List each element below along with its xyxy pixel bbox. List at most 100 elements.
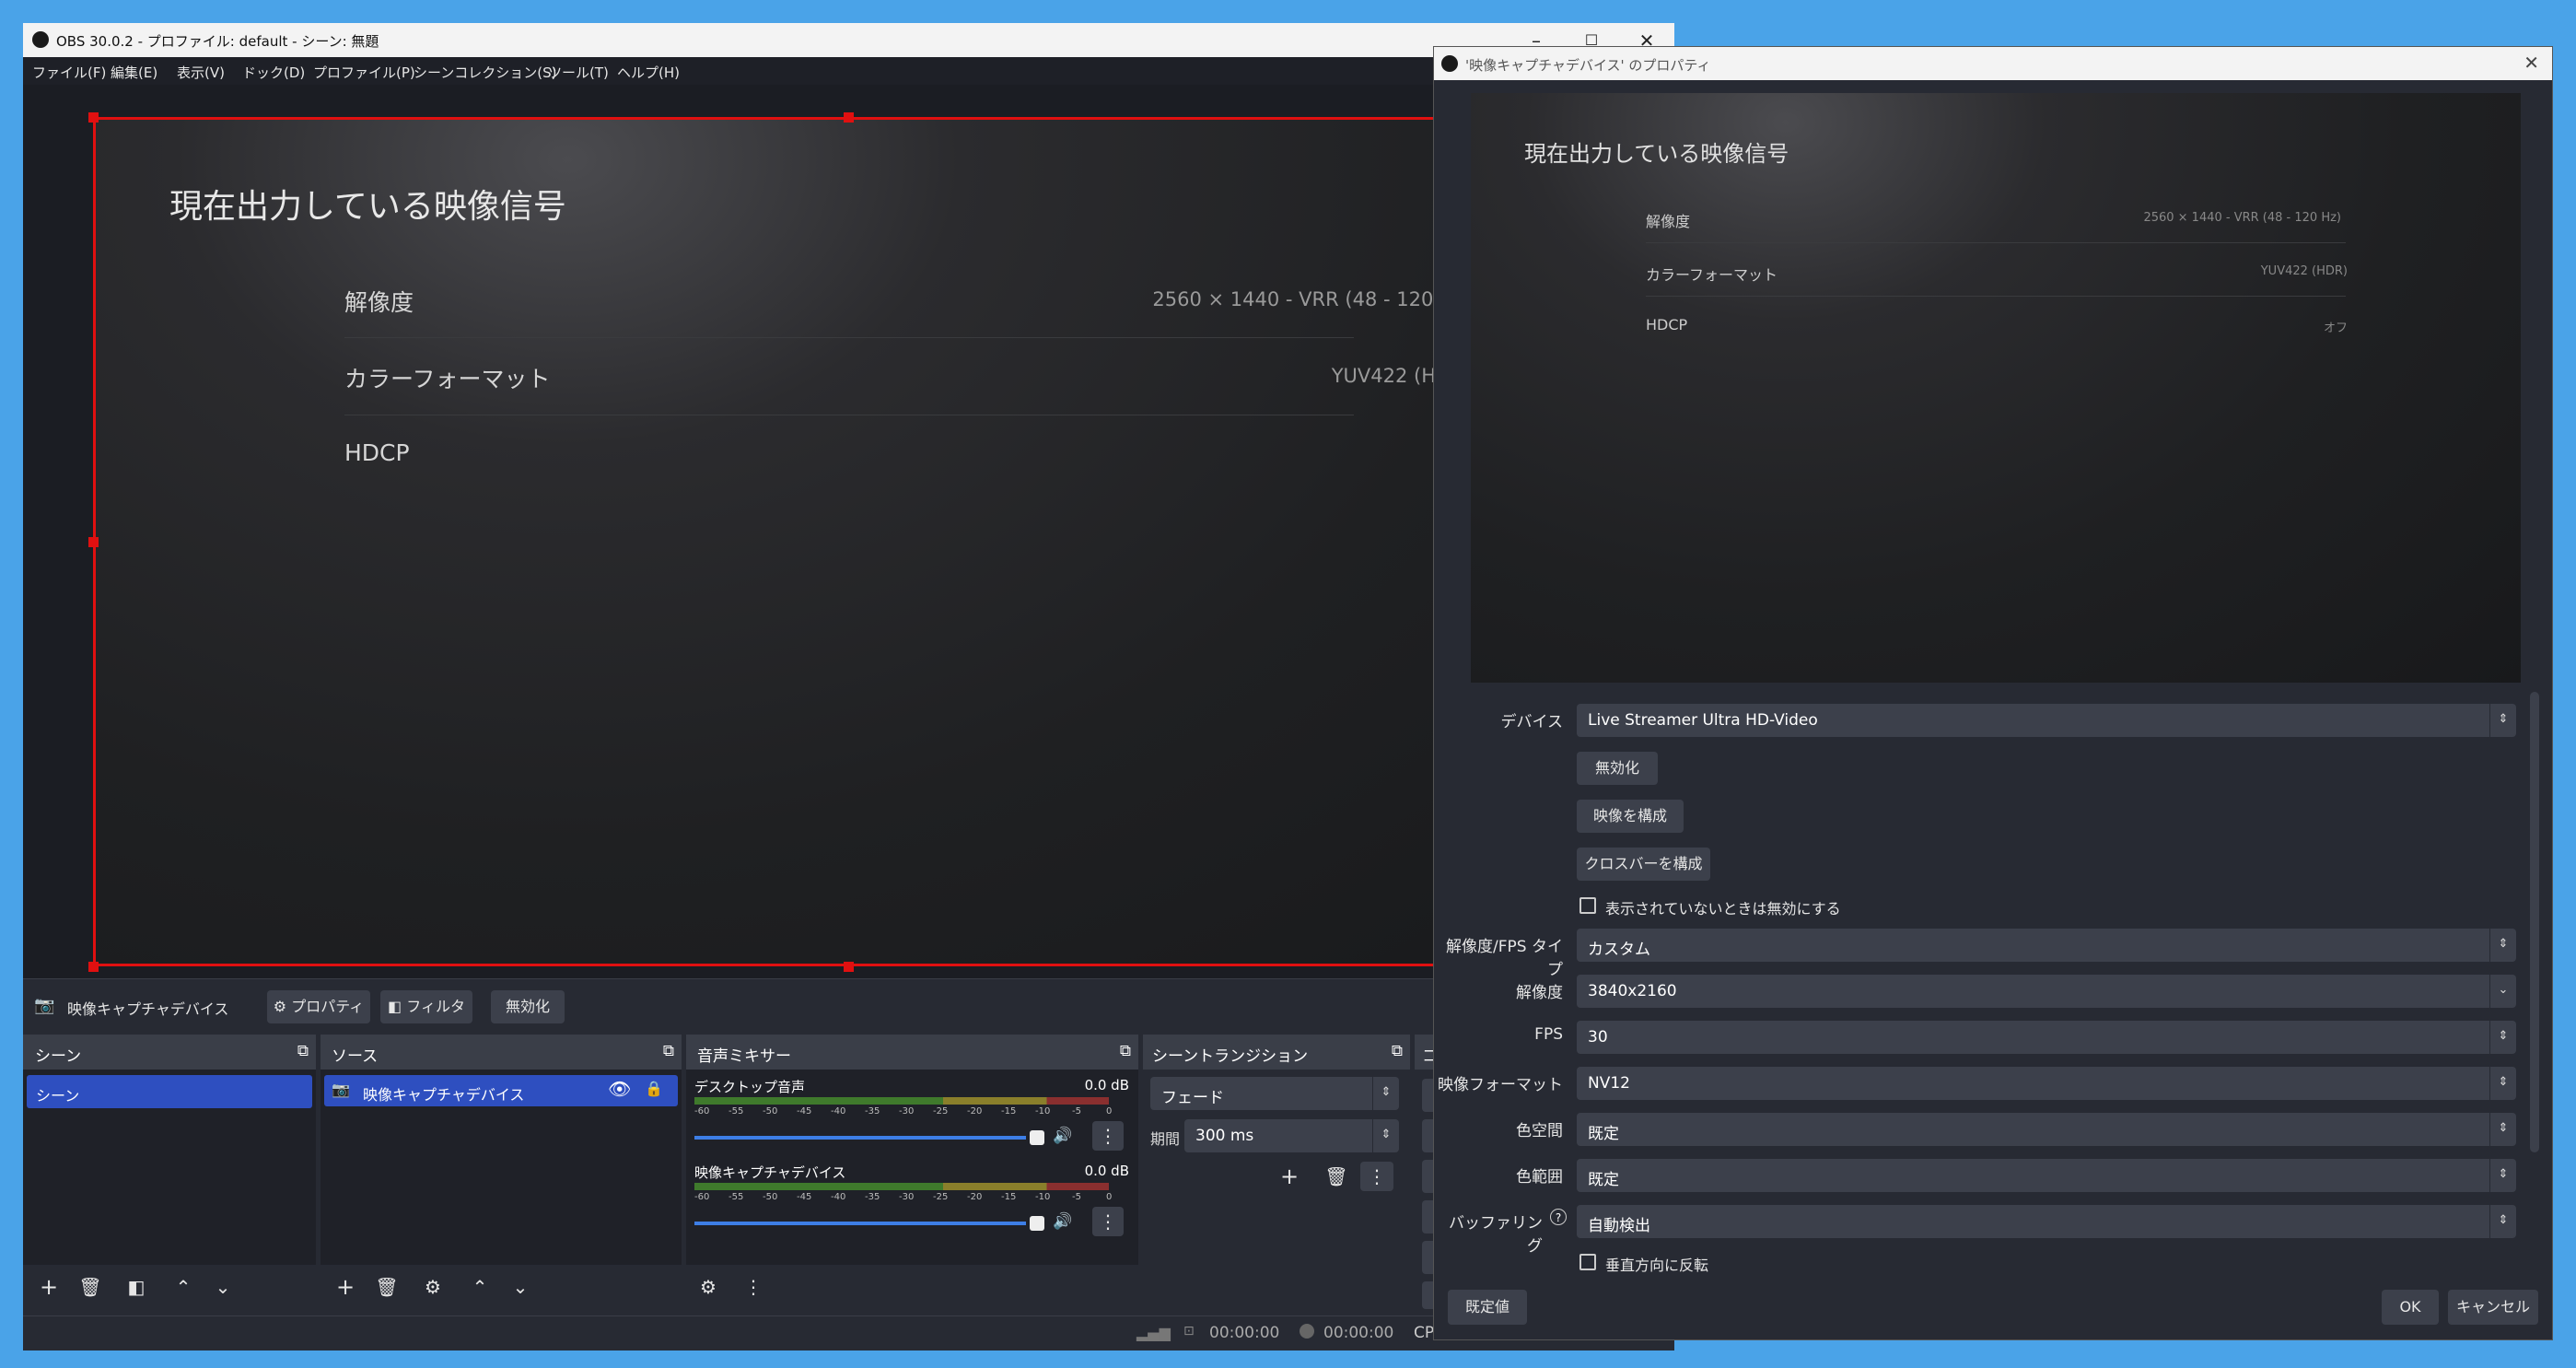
undock-icon[interactable]: ⧉ — [1392, 1042, 1403, 1060]
resolution-select[interactable]: 3840x2160 ⌄ — [1577, 975, 2516, 1008]
updown-icon: ⇕ — [2489, 1021, 2516, 1054]
trash-icon[interactable]: 🗑 — [73, 1271, 108, 1303]
add-icon[interactable]: + — [31, 1271, 66, 1303]
more-icon[interactable]: ⋮ — [1092, 1207, 1124, 1236]
scenes-list: シーン — [23, 1070, 316, 1265]
device-select[interactable]: Live Streamer Ultra HD-Video ⇕ — [1577, 704, 2516, 737]
speaker-icon[interactable]: 🔊 — [1053, 1127, 1072, 1145]
scene-item[interactable]: シーン — [27, 1075, 312, 1108]
gear-icon[interactable]: ⚙ — [415, 1271, 450, 1303]
deactivate-hidden-checkbox[interactable] — [1579, 897, 1596, 914]
device-select-value: Live Streamer Ultra HD-Video — [1588, 711, 1818, 730]
volume-slider-thumb[interactable] — [1030, 1216, 1044, 1231]
color-range-select[interactable]: 既定 ⇕ — [1577, 1159, 2516, 1192]
configure-video-button[interactable]: 映像を構成 — [1577, 800, 1684, 833]
volume-slider[interactable] — [694, 1222, 1026, 1225]
duration-spinbox[interactable]: 300 ms ⇕ — [1184, 1119, 1399, 1152]
lock-icon[interactable]: 🔒 — [645, 1080, 663, 1097]
resize-handle[interactable] — [844, 962, 854, 972]
transition-select-value: フェード — [1161, 1089, 1224, 1107]
obs-window-title: OBS 30.0.2 - プロファイル: default - シーン: 無題 — [56, 33, 379, 50]
chevron-down-icon[interactable]: ⌄ — [503, 1271, 538, 1303]
properties-button[interactable]: ⚙ プロパティ — [267, 990, 370, 1023]
gears-icon[interactable]: ⚙ — [691, 1271, 726, 1303]
buffering-select[interactable]: 自動検出 ⇕ — [1577, 1205, 2516, 1238]
menu-view[interactable]: 表示(V) — [177, 63, 225, 82]
more-icon[interactable]: ⋮ — [1360, 1162, 1393, 1191]
record-time: 00:00:00 — [1323, 1324, 1394, 1342]
eye-icon[interactable]: 👁 — [608, 1078, 631, 1100]
updown-icon: ⇕ — [1372, 1077, 1399, 1110]
camera-icon: 📷 — [332, 1081, 350, 1098]
filter-icon[interactable]: ◧ — [119, 1271, 154, 1303]
divider — [1646, 296, 2346, 297]
stream-icon: ⊡ — [1183, 1324, 1195, 1339]
add-icon[interactable]: + — [1272, 1161, 1307, 1192]
flip-vertical-checkbox[interactable] — [1579, 1254, 1596, 1270]
sources-dock: ソース ⧉ 📷 映像キャプチャデバイス 👁 🔒 + 🗑 ⚙ ⌃ ⌄ — [321, 1035, 682, 1313]
filters-button[interactable]: ◧ フィルタ — [380, 990, 472, 1023]
trash-icon[interactable]: 🗑 — [369, 1271, 404, 1303]
dialog-title-bar: '映像キャプチャデバイス' のプロパティ ✕ — [1434, 47, 2552, 80]
scenes-dock-header: シーン ⧉ — [23, 1035, 316, 1070]
menu-tools[interactable]: ツール(T) — [548, 63, 609, 82]
fps-label: FPS — [1534, 1025, 1563, 1044]
flip-vertical-label: 垂直方向に反転 — [1605, 1257, 1709, 1274]
cancel-button[interactable]: キャンセル — [2448, 1290, 2538, 1325]
undock-icon[interactable]: ⧉ — [297, 1042, 309, 1060]
menu-help[interactable]: ヘルプ(H) — [617, 63, 680, 82]
resize-handle[interactable] — [844, 112, 854, 123]
transition-select[interactable]: フェード ⇕ — [1150, 1077, 1399, 1110]
undock-icon[interactable]: ⧉ — [663, 1042, 674, 1060]
res-fps-type-select[interactable]: カスタム ⇕ — [1577, 929, 2516, 962]
video-format-select[interactable]: NV12 ⇕ — [1577, 1067, 2516, 1100]
filter-icon: ◧ — [388, 998, 402, 1015]
updown-icon: ⇕ — [2489, 1113, 2516, 1146]
source-item[interactable]: 📷 映像キャプチャデバイス 👁 🔒 — [324, 1075, 678, 1106]
configure-crossbar-button[interactable]: クロスバーを構成 — [1577, 848, 1710, 881]
menu-file[interactable]: ファイル(F) — [32, 63, 106, 82]
defaults-button[interactable]: 既定値 — [1448, 1290, 1527, 1325]
resize-handle[interactable] — [88, 112, 99, 123]
source-item-label: 映像キャプチャデバイス — [363, 1086, 525, 1104]
add-icon[interactable]: + — [328, 1271, 363, 1303]
menu-profile[interactable]: プロファイル(P) — [313, 63, 415, 82]
preview-area[interactable]: 現在出力している映像信号 解像度 2560 × 1440 - VRR (48 -… — [23, 85, 1674, 978]
volume-slider[interactable] — [694, 1136, 1026, 1140]
volume-meter — [694, 1183, 1109, 1190]
signal-value-resolution: 2560 × 1440 - VRR (48 - 120 Hz) — [2143, 211, 2341, 225]
trash-icon[interactable]: 🗑 — [1319, 1161, 1354, 1192]
updown-icon: ⇕ — [2489, 704, 2516, 737]
res-fps-type-value: カスタム — [1588, 941, 1650, 959]
menu-scene-collection[interactable]: シーンコレクション(S) — [414, 63, 556, 82]
deactivate-button[interactable]: 無効化 — [1577, 752, 1658, 785]
audio-mixer-title: 音声ミキサー — [697, 1047, 791, 1066]
filters-label: フィルタ — [406, 998, 465, 1015]
scrollbar[interactable] — [2530, 692, 2539, 1152]
resize-handle[interactable] — [88, 537, 99, 547]
chevron-up-icon[interactable]: ⌃ — [166, 1271, 201, 1303]
menu-edit[interactable]: 編集(E) — [111, 63, 157, 82]
chevron-down-icon[interactable]: ⌄ — [205, 1271, 240, 1303]
more-icon[interactable]: ⋮ — [736, 1271, 771, 1303]
menu-dock[interactable]: ドック(D) — [242, 63, 305, 82]
deactivate-hidden-label: 表示されていないときは無効にする — [1605, 900, 1841, 918]
disable-button[interactable]: 無効化 — [491, 990, 565, 1023]
chevron-up-icon[interactable]: ⌃ — [462, 1271, 497, 1303]
obs-main-window: OBS 30.0.2 - プロファイル: default - シーン: 無題 –… — [23, 23, 1674, 1350]
undock-icon[interactable]: ⧉ — [1120, 1042, 1131, 1060]
more-icon[interactable]: ⋮ — [1092, 1121, 1124, 1151]
duration-label: 期間 — [1150, 1130, 1181, 1148]
volume-slider-thumb[interactable] — [1030, 1130, 1044, 1145]
audio-mixer-body: デスクトップ音声 0.0 dB -60 -55 -50 -45 -40 -35 -30 -25… — [686, 1070, 1138, 1265]
signal-value-color-format: YUV422 (HDR) — [2260, 264, 2348, 278]
speaker-icon[interactable]: 🔊 — [1053, 1212, 1072, 1231]
fps-select[interactable]: 30 ⇕ — [1577, 1021, 2516, 1054]
color-space-select[interactable]: 既定 ⇕ — [1577, 1113, 2516, 1146]
updown-icon: ⇕ — [2489, 1205, 2516, 1238]
resize-handle[interactable] — [88, 962, 99, 972]
help-icon[interactable]: ? — [1550, 1209, 1567, 1225]
ok-button[interactable]: OK — [2382, 1290, 2439, 1325]
close-icon[interactable]: ✕ — [2524, 52, 2539, 74]
transitions-title: シーントランジション — [1152, 1047, 1309, 1066]
